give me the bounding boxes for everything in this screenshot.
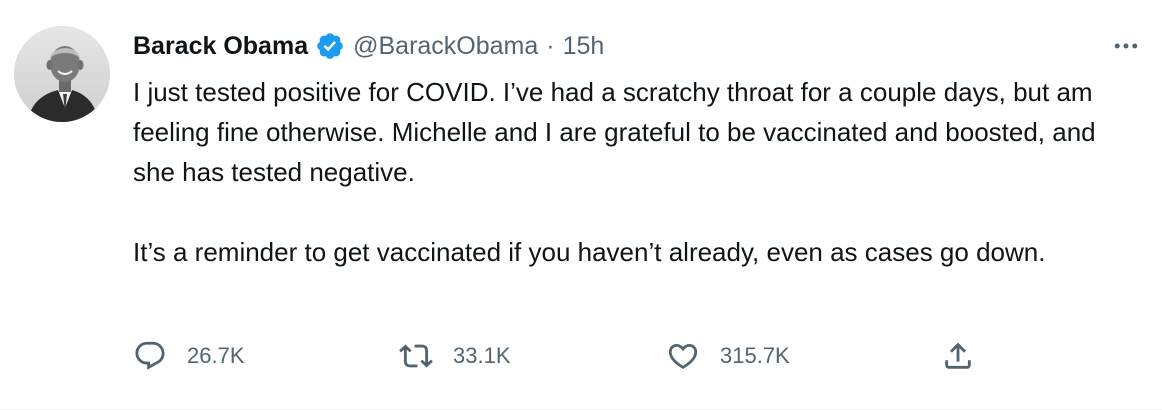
timestamp[interactable]: 15h (563, 28, 605, 64)
separator-dot: · (546, 32, 555, 60)
tweet-actions: 26.7K 33.1K 315.7K (133, 336, 993, 376)
heart-icon (666, 339, 700, 373)
retweet-button[interactable]: 33.1K (399, 336, 511, 376)
verified-badge-icon (315, 31, 345, 61)
retweet-icon (399, 339, 433, 373)
display-name[interactable]: Barack Obama (133, 28, 308, 64)
user-handle[interactable]: @BarackObama (353, 28, 538, 64)
like-button[interactable]: 315.7K (666, 336, 790, 376)
like-count: 315.7K (720, 343, 790, 368)
avatar-photo (14, 26, 110, 122)
avatar[interactable] (14, 26, 110, 122)
tweet-paragraph-1: I just tested positive for COVID. I’ve h… (133, 77, 1096, 187)
share-icon (941, 339, 975, 373)
reply-count: 26.7K (187, 343, 245, 368)
share-button[interactable] (941, 336, 975, 376)
retweet-count: 33.1K (453, 343, 511, 368)
tweet-header: Barack Obama @BarackObama · 15h (133, 28, 604, 64)
more-options-icon[interactable] (1110, 30, 1142, 62)
tweet-card[interactable]: Barack Obama @BarackObama · 15h I just t… (0, 0, 1162, 410)
reply-icon (133, 339, 167, 373)
tweet-paragraph-2: It’s a reminder to get vaccinated if you… (133, 237, 1046, 267)
tweet-text: I just tested positive for COVID. I’ve h… (133, 72, 1123, 272)
reply-button[interactable]: 26.7K (133, 336, 245, 376)
